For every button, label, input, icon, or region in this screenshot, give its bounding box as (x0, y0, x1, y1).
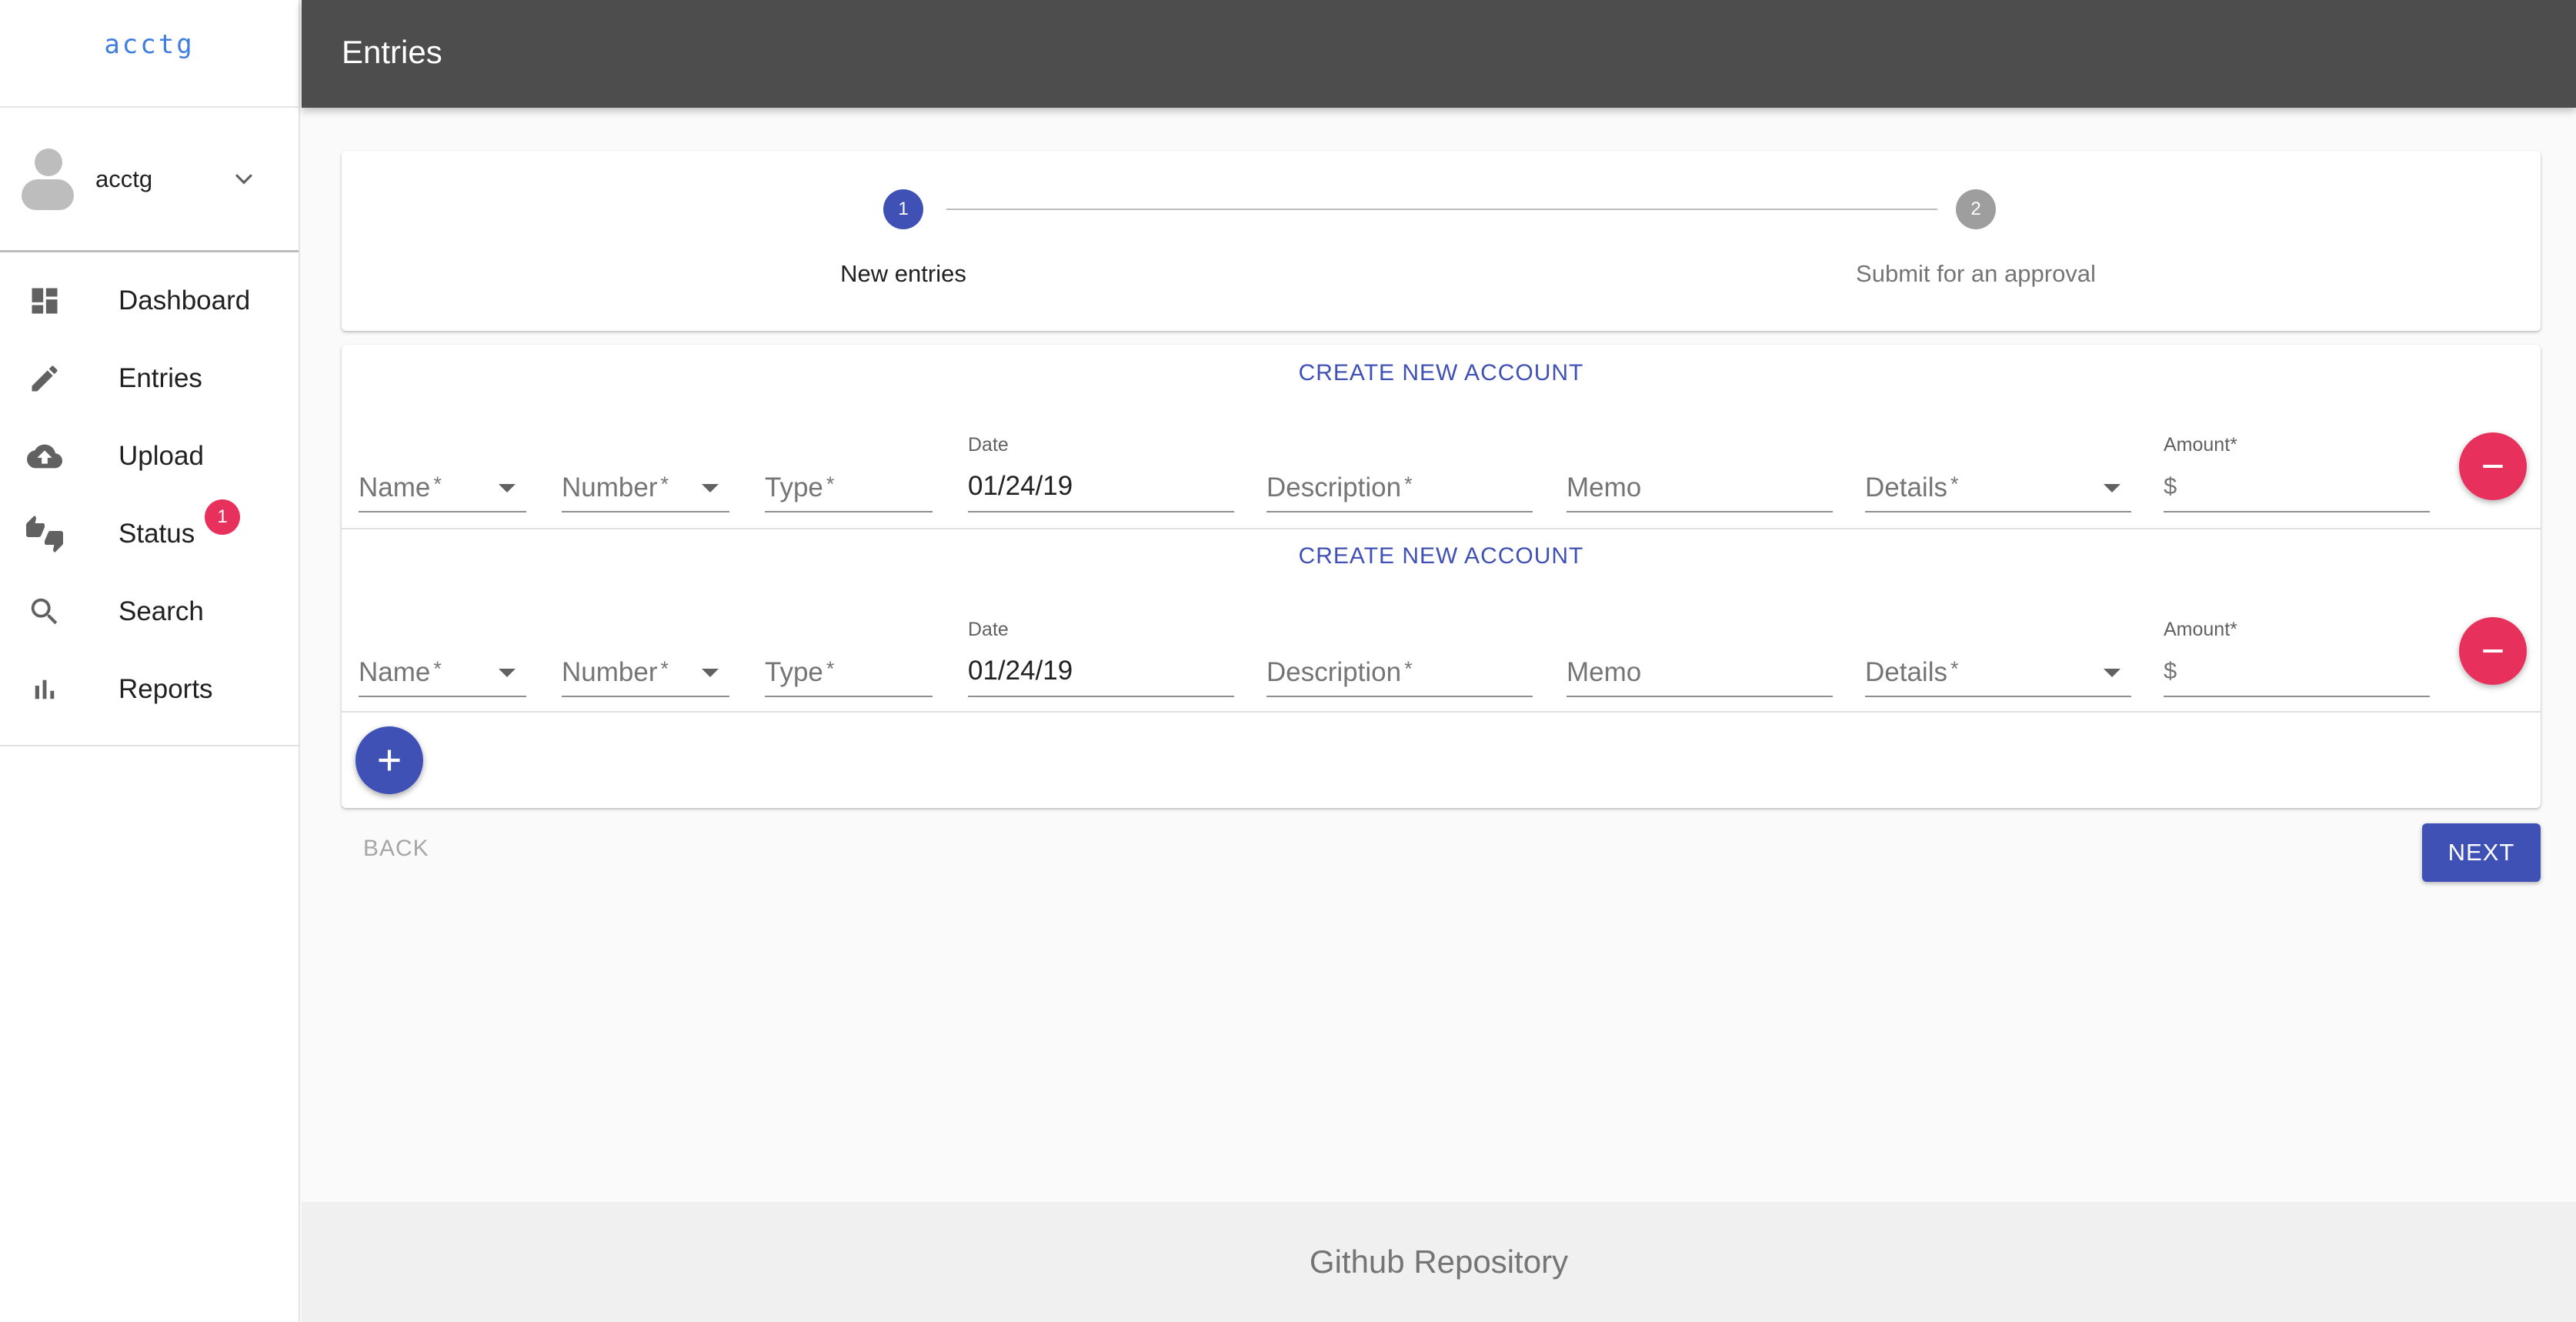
minus-icon (2483, 465, 2503, 468)
app-logo[interactable]: acctg (0, 0, 299, 108)
step-1-circle[interactable]: 1 (883, 189, 923, 229)
sidebar: acctg acctg Dashboard Entries Upload Sta… (0, 0, 300, 1322)
date-label: Date (968, 619, 1009, 640)
sidebar-item-dashboard[interactable]: Dashboard (0, 262, 299, 339)
avatar-icon (22, 148, 74, 210)
name-select[interactable]: Name * (359, 653, 526, 697)
app-bar: Entries (302, 0, 2576, 108)
dropdown-arrow-icon (499, 484, 516, 492)
date-field[interactable]: 01/24/19 (968, 468, 1234, 512)
entries-form: CREATE NEW ACCOUNT Name * Number * Type * D… (342, 345, 2541, 808)
thumbs-up-down-icon (26, 515, 63, 553)
remove-entry-button[interactable] (2459, 617, 2527, 685)
github-repository-link[interactable]: Github Repository (302, 1244, 2576, 1280)
add-entry-button[interactable] (355, 726, 423, 794)
footer: Github Repository (302, 1202, 2576, 1322)
date-label: Date (968, 434, 1009, 456)
sidebar-item-upload[interactable]: Upload (0, 417, 299, 495)
create-new-account-link[interactable]: CREATE NEW ACCOUNT (342, 360, 2541, 386)
name-select[interactable]: Name * (359, 468, 526, 512)
sidebar-item-label: Upload (118, 440, 204, 471)
amount-label: Amount* (2164, 434, 2237, 456)
row-divider (342, 711, 2541, 713)
dropdown-arrow-icon (2104, 484, 2121, 492)
date-field[interactable]: 01/24/19 (968, 653, 1234, 697)
description-field[interactable]: Description * (1266, 653, 1533, 697)
dropdown-arrow-icon (499, 669, 516, 677)
amount-field[interactable]: $ (2164, 468, 2430, 512)
dropdown-arrow-icon (702, 484, 719, 492)
memo-field[interactable]: Memo (1567, 653, 1833, 697)
sidebar-item-label: Entries (118, 362, 202, 393)
dropdown-arrow-icon (702, 669, 719, 677)
sidebar-nav: Dashboard Entries Upload Status 1 Search… (0, 252, 299, 728)
sidebar-item-search[interactable]: Search (0, 573, 299, 650)
row-divider (342, 528, 2541, 529)
plus-icon (379, 749, 400, 771)
search-icon (26, 593, 63, 630)
create-new-account-link[interactable]: CREATE NEW ACCOUNT (342, 543, 2541, 569)
type-field[interactable]: Type * (765, 468, 933, 512)
step-1-label: New entries (840, 260, 966, 287)
status-badge: 1 (205, 499, 240, 535)
number-select[interactable]: Number * (562, 468, 729, 512)
description-field[interactable]: Description * (1266, 468, 1533, 512)
amount-label: Amount* (2164, 619, 2237, 640)
step-2-circle[interactable]: 2 (1956, 189, 1996, 229)
user-name: acctg (95, 165, 153, 192)
cloud-upload-icon (26, 438, 63, 475)
remove-entry-button[interactable] (2459, 432, 2527, 500)
number-select[interactable]: Number * (562, 653, 729, 697)
sidebar-item-reports[interactable]: Reports (0, 650, 299, 728)
bar-chart-icon (26, 671, 63, 708)
memo-field[interactable]: Memo (1567, 468, 1833, 512)
page-title: Entries (342, 34, 442, 70)
next-button[interactable]: NEXT (2422, 823, 2541, 882)
sidebar-item-label: Status (118, 518, 195, 549)
sidebar-item-status[interactable]: Status 1 (0, 495, 299, 573)
sidebar-item-entries[interactable]: Entries (0, 339, 299, 417)
type-field[interactable]: Type * (765, 653, 933, 697)
sidebar-item-label: Search (118, 596, 204, 626)
minus-icon (2483, 649, 2503, 653)
sidebar-item-label: Reports (118, 673, 213, 704)
back-button[interactable]: BACK (363, 836, 429, 862)
dropdown-arrow-icon (2104, 669, 2121, 677)
details-select[interactable]: Details * (1865, 653, 2131, 697)
amount-field[interactable]: $ (2164, 653, 2430, 697)
sidebar-divider (0, 745, 299, 746)
stepper: 1 2 New entries Submit for an approval (342, 151, 2541, 331)
dashboard-icon (26, 282, 63, 319)
step-2-label: Submit for an approval (1856, 260, 2096, 287)
chevron-down-icon[interactable] (231, 166, 257, 192)
details-select[interactable]: Details * (1865, 468, 2131, 512)
step-connector (946, 209, 1937, 210)
edit-icon (26, 360, 63, 397)
sidebar-item-label: Dashboard (118, 285, 251, 315)
